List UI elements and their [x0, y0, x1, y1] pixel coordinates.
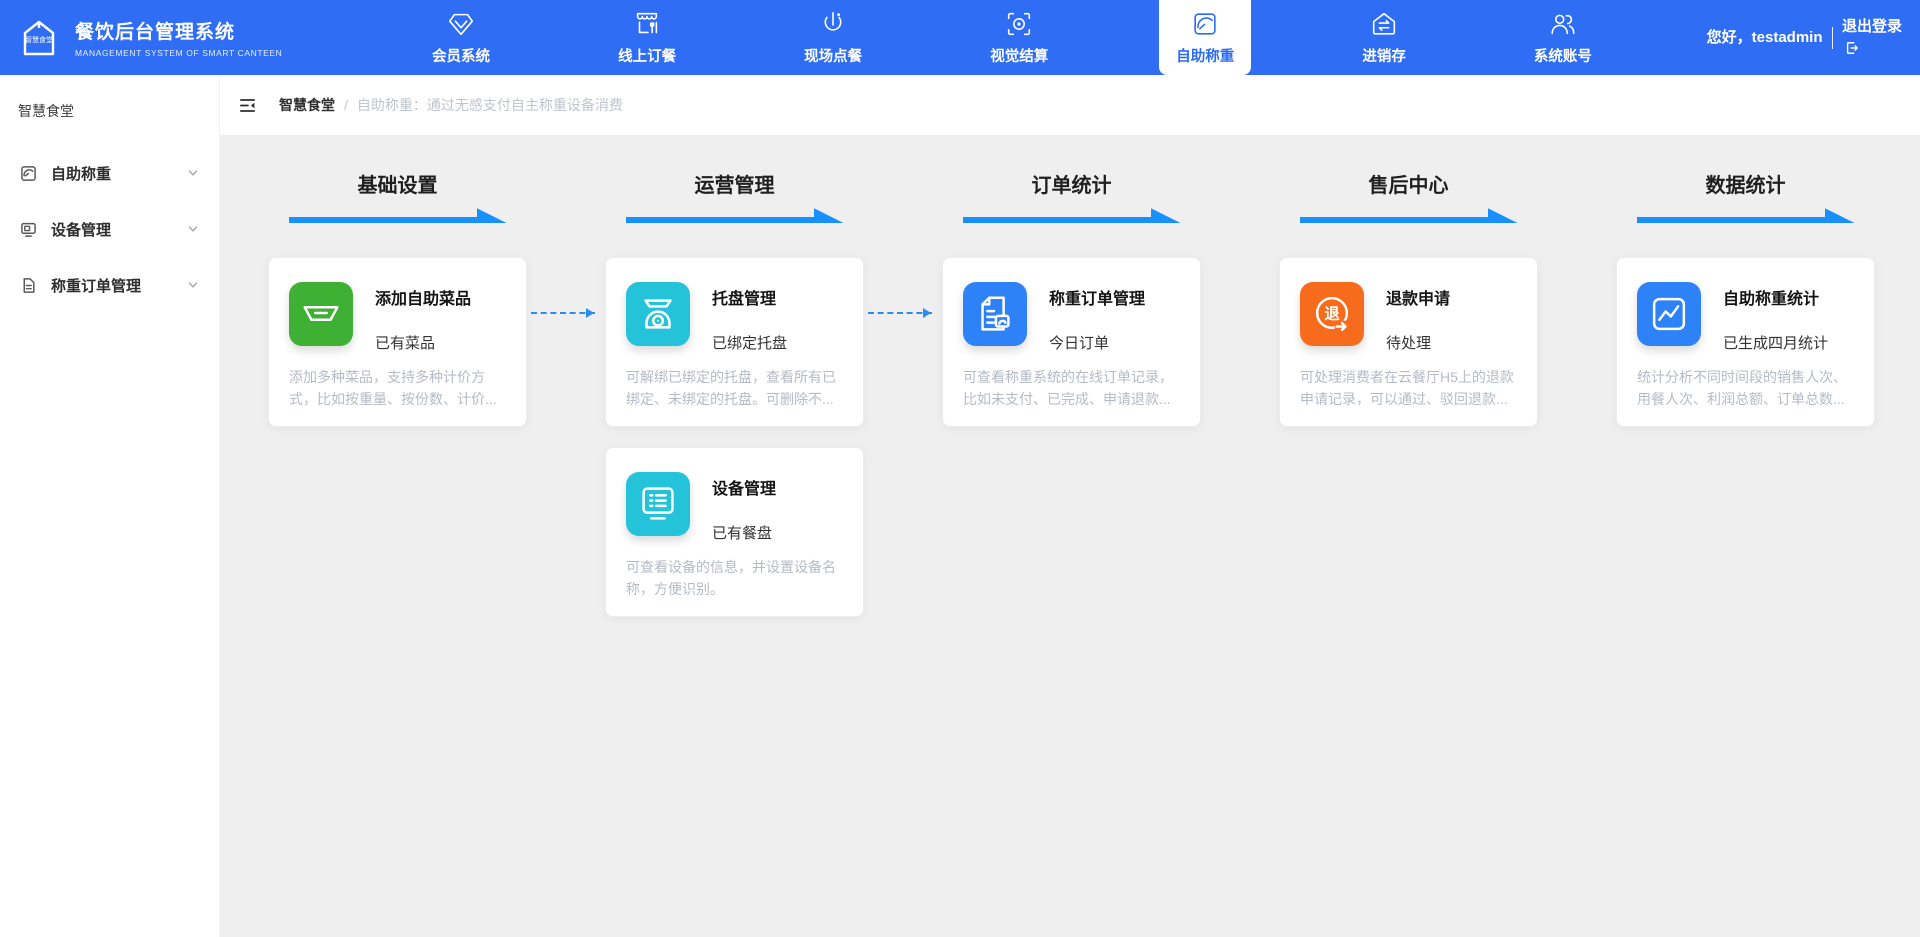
section-header: 运营管理	[625, 173, 844, 223]
card-weighing-statistics[interactable]: 自助称重统计 已生成四月统计 统计分析不同时间段的销售人次、用餐人次、利润总额、…	[1616, 257, 1875, 427]
sidebar-title: 智慧食堂	[18, 103, 74, 119]
section-arrow	[962, 208, 1181, 223]
breadcrumb: 智慧食堂 / 自助称重：通过无感支付自主称重设备消费	[220, 75, 1920, 135]
menu-fold-icon[interactable]	[238, 96, 257, 115]
chevron-down-icon	[188, 226, 198, 232]
flow-column-basic-settings: 基础设置 添加自助菜品 已有菜品 添加多种菜品，支持多种计价方式，比如按重量、按…	[268, 173, 527, 617]
tap-order-icon	[824, 11, 842, 31]
scan-eye-icon	[1008, 12, 1031, 36]
card-subtitle: 今日订单	[1049, 335, 1110, 352]
nav-item-visual-checkout[interactable]: 视觉结算	[973, 0, 1065, 75]
sidebar: 智慧食堂 自助称重 设备管理 称重订单管理	[0, 75, 220, 937]
sidebar-item-device-management[interactable]: 设备管理	[0, 201, 219, 257]
card-add-dishes[interactable]: 添加自助菜品 已有菜品 添加多种菜品，支持多种计价方式，比如按重量、按份数、计价…	[268, 257, 527, 427]
section-arrow	[1636, 208, 1855, 223]
svg-text:退: 退	[1324, 306, 1340, 323]
logout-icon	[1846, 41, 1858, 54]
svg-text:智慧食堂: 智慧食堂	[25, 35, 53, 44]
gauge-icon	[21, 165, 36, 181]
app-title: 餐饮后台管理系统	[75, 22, 236, 43]
card-description: 可解绑已绑定的托盘，查看所有已绑定、未绑定的托盘。可删除不...	[626, 369, 836, 407]
section-header: 售后中心	[1299, 173, 1518, 223]
card-description: 可查看设备的信息，并设置设备名称，方便识别。	[626, 559, 836, 597]
top-navbar: 智慧食堂 餐饮后台管理系统 MANAGEMENT SYSTEM OF SMART…	[0, 0, 1920, 75]
card-tray-management[interactable]: 托盘管理 已绑定托盘 可解绑已绑定的托盘，查看所有已绑定、未绑定的托盘。可删除不…	[605, 257, 864, 427]
card-title: 称重订单管理	[1049, 291, 1146, 308]
warehouse-transfer-icon	[1372, 12, 1396, 35]
card-weighing-orders[interactable]: 称重订单管理 今日订单 可查看称重系统的在线订单记录，比如未支付、已完成、申请退…	[942, 257, 1201, 427]
section-arrow	[288, 208, 507, 223]
order-doc-icon	[963, 282, 1027, 346]
gauge-icon	[1194, 13, 1216, 35]
flow-column-after-sales: 售后中心 退 退款申请 待处理 可处理消费者在云餐厅H5上的退款申请记录，可以通…	[1279, 173, 1538, 617]
card-description: 可处理消费者在云餐厅H5上的退款申请记录，可以通过、驳回退款...	[1300, 369, 1514, 407]
logout-button[interactable]: 退出登录	[1842, 16, 1904, 60]
users-icon	[1551, 14, 1575, 35]
user-greeting: 您好，testadmin	[1706, 28, 1823, 46]
device-icon	[21, 222, 36, 237]
dish-icon	[289, 282, 353, 346]
card-title: 自助称重统计	[1723, 291, 1820, 308]
nav-item-inventory[interactable]: 进销存	[1345, 0, 1423, 75]
card-title: 托盘管理	[712, 291, 777, 308]
card-subtitle: 已生成四月统计	[1723, 335, 1829, 352]
app-logo-icon: 智慧食堂	[23, 20, 55, 55]
section-header: 订单统计	[962, 173, 1181, 223]
card-subtitle: 已有菜品	[375, 335, 436, 352]
card-subtitle: 已有餐盘	[712, 525, 773, 542]
flow-column-operations: 运营管理 托盘管理 已绑定托盘 可解绑已绑定的托盘，查看所有已绑定、未绑定的托盘…	[605, 173, 864, 617]
card-title: 添加自助菜品	[375, 291, 472, 308]
flow-arrow	[868, 308, 932, 318]
card-title: 设备管理	[712, 481, 777, 498]
sidebar-menu: 自助称重 设备管理 称重订单管理	[0, 145, 219, 313]
chevron-down-icon	[188, 282, 198, 288]
card-description: 统计分析不同时间段的销售人次、用餐人次、利润总额、订单总数...	[1637, 369, 1847, 407]
flow-column-data-stats: 数据统计 自助称重统计 已生成四月统计 统计分析不同时间段的销售人次、用餐人次、…	[1616, 173, 1875, 617]
card-title: 退款申请	[1386, 291, 1451, 308]
flow-column-order-stats: 订单统计 称重订单管理 今日订单 可查看称重系统的在线订单记录，比如未支付、已完…	[942, 173, 1201, 617]
divider	[1831, 26, 1833, 49]
storefront-icon	[636, 12, 658, 34]
section-arrow	[1299, 208, 1518, 223]
device-screen-icon	[626, 472, 690, 536]
card-description: 可查看称重系统的在线订单记录，比如未支付、已完成、申请退款...	[963, 369, 1173, 407]
nav-item-system-accounts[interactable]: 系统账号	[1517, 0, 1609, 75]
nav-item-online-ordering[interactable]: 线上订餐	[601, 0, 693, 75]
chevron-down-icon	[188, 170, 198, 176]
dashboard: 基础设置 添加自助菜品 已有菜品 添加多种菜品，支持多种计价方式，比如按重量、按…	[220, 135, 1920, 937]
breadcrumb-current: 自助称重：通过无感支付自主称重设备消费	[356, 97, 623, 113]
card-device-management[interactable]: 设备管理 已有餐盘 可查看设备的信息，并设置设备名称，方便识别。	[605, 447, 864, 617]
nav-item-onsite-ordering[interactable]: 现场点餐	[787, 0, 879, 75]
sidebar-item-self-weighing[interactable]: 自助称重	[0, 145, 219, 201]
content-area: 智慧食堂 / 自助称重：通过无感支付自主称重设备消费 基础设置 添加自助菜品 已…	[220, 75, 1920, 937]
card-refund-requests[interactable]: 退 退款申请 待处理 可处理消费者在云餐厅H5上的退款申请记录，可以通过、驳回退…	[1279, 257, 1538, 427]
refund-icon: 退	[1300, 282, 1364, 346]
nav-item-member-system[interactable]: 会员系统	[415, 0, 507, 75]
gem-icon	[448, 13, 474, 36]
section-header: 基础设置	[288, 173, 507, 223]
card-subtitle: 已绑定托盘	[712, 335, 788, 352]
main-nav: 会员系统 线上订餐 现场点餐 视觉结算 自助称重 进销存 系统账号	[368, 0, 1656, 75]
breadcrumb-root[interactable]: 智慧食堂	[279, 95, 335, 115]
app-subtitle: MANAGEMENT SYSTEM OF SMART CANTEEN	[75, 48, 283, 58]
order-doc-icon	[23, 277, 35, 293]
flow-arrow	[531, 308, 595, 318]
nav-item-self-weighing[interactable]: 自助称重	[1159, 0, 1252, 75]
app-brand[interactable]: 智慧食堂 餐饮后台管理系统 MANAGEMENT SYSTEM OF SMART…	[0, 0, 368, 75]
flow-grid: 基础设置 添加自助菜品 已有菜品 添加多种菜品，支持多种计价方式，比如按重量、按…	[268, 173, 1875, 617]
tray-scale-icon	[626, 282, 690, 346]
section-header: 数据统计	[1636, 173, 1855, 223]
breadcrumb-separator: /	[344, 97, 348, 113]
card-description: 添加多种菜品，支持多种计价方式，比如按重量、按份数、计价...	[289, 369, 497, 407]
app-root: 智慧食堂 餐饮后台管理系统 MANAGEMENT SYSTEM OF SMART…	[0, 0, 1920, 937]
sidebar-item-weighing-orders[interactable]: 称重订单管理	[0, 257, 219, 313]
section-arrow	[625, 208, 844, 223]
user-area: 您好，testadmin 退出登录	[1662, 0, 1920, 75]
card-subtitle: 待处理	[1386, 335, 1432, 352]
line-chart-icon	[1637, 282, 1701, 346]
